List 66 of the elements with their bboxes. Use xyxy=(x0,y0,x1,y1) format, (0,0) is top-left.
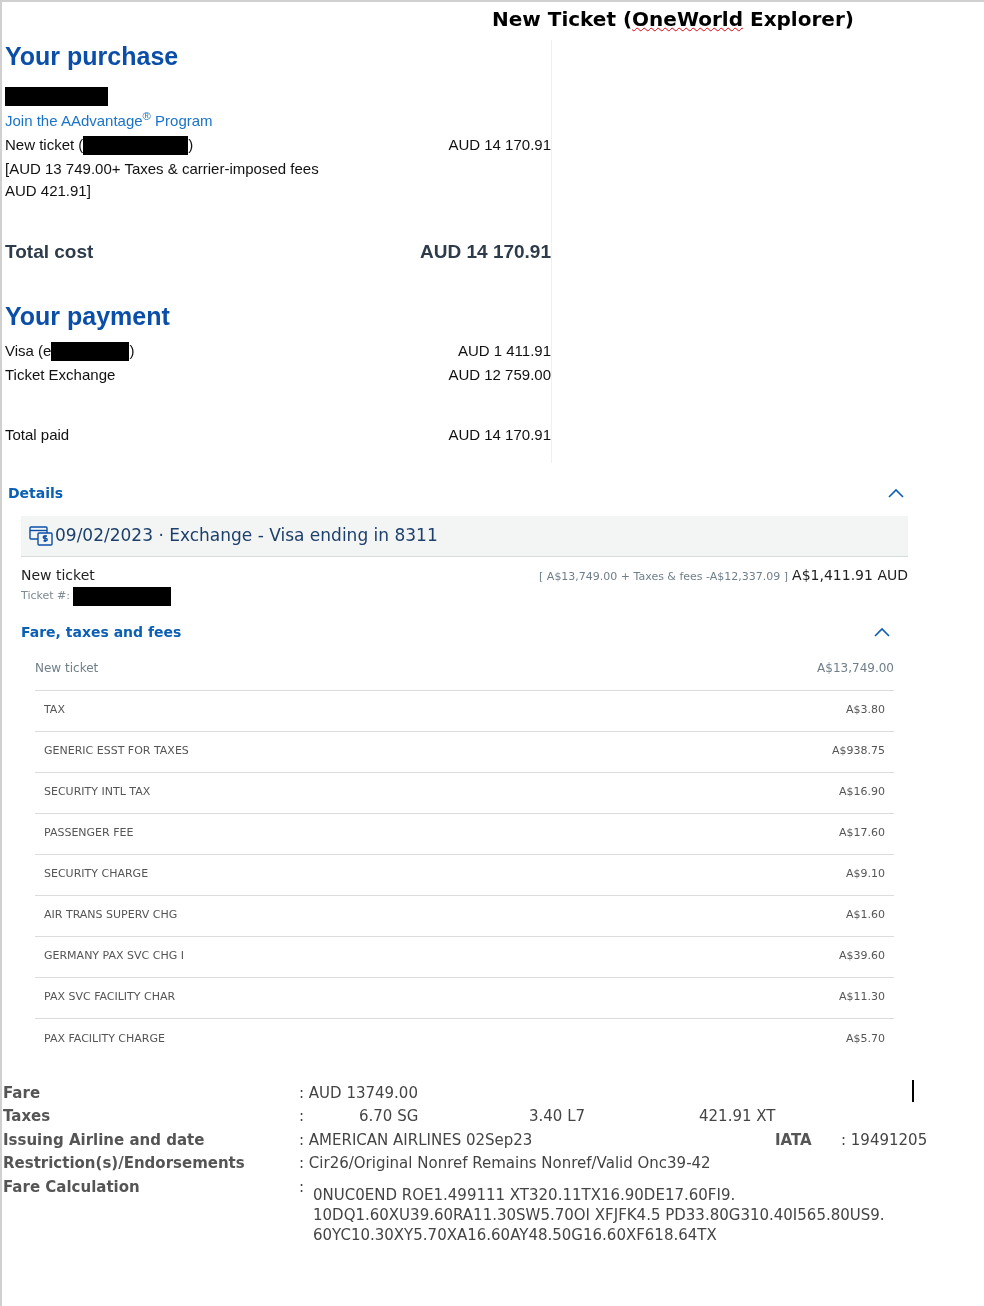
section-heading: Your purchase xyxy=(5,41,180,72)
summary-label: Restriction(s)/Endorsements xyxy=(3,1153,246,1174)
fee-name: PAX SVC FACILITY CHAR xyxy=(44,989,176,1006)
total-cost-label: Total cost xyxy=(5,239,94,264)
fee-amount: A$39.60 xyxy=(839,948,885,965)
total-paid-label: Total paid xyxy=(5,425,70,445)
fee-name: TAX xyxy=(44,702,65,719)
fee-amount: A$17.60 xyxy=(839,825,885,842)
total-cost-amount: AUD 14 170.91 xyxy=(420,239,551,264)
ticket-total: A$1,411.91 AUD xyxy=(792,565,908,585)
exchange-amount: AUD 12 759.00 xyxy=(448,364,551,385)
fare-calculation-line: 10DQ1.60XU39.60RA11.30SW5.70OI XFJFK4.5 PD33.80G310.40I565.80US9. xyxy=(313,1204,885,1225)
total-paid-amount: AUD 14 170.91 xyxy=(448,425,551,445)
fee-amount: A$9.10 xyxy=(846,866,885,883)
section-heading: Your payment xyxy=(5,301,171,332)
ticket-label: New ticket xyxy=(21,565,95,585)
ticket-amount: AUD 14 170.91 xyxy=(448,135,551,155)
fare-breakdown: [AUD 13 749.00+ Taxes & carrier-imposed fees AUD 421.91] xyxy=(5,158,320,201)
closing-paren: ) xyxy=(129,341,135,361)
join-program-link[interactable]: Join the AAdvantage$^{®}$ Program xyxy=(5,109,551,132)
fee-name: GENERIC ESST FOR TAXES xyxy=(44,743,189,760)
fee-name: SECURITY INTL TAX xyxy=(44,784,151,801)
visa-amount: AUD 1 411.91 xyxy=(457,341,551,361)
fee-name: SECURITY CHARGE xyxy=(44,866,149,883)
fee-amount: A$11.30 xyxy=(839,989,885,1006)
transaction-title: 09/02/2023 · Exchange - Visa ending in 8311 xyxy=(55,523,438,547)
document-title: New Ticket (OneWorld Explorer) xyxy=(492,6,855,33)
details-toggle[interactable]: Details xyxy=(7,482,64,504)
iata-value: : 19491205 xyxy=(841,1129,928,1151)
summary-value: : AUD 13749.00 xyxy=(299,1082,418,1104)
summary-label: Fare xyxy=(3,1082,42,1104)
summary-value: : Cir26/Original Nonref Remains Nonref/Valid Onc39-42 xyxy=(299,1153,711,1174)
iata-label: IATA xyxy=(775,1129,813,1151)
fees-toggle[interactable]: Fare, taxes and fees xyxy=(21,621,182,643)
ticket-number-label: Ticket #: xyxy=(21,587,70,604)
fee-amount: A$3.80 xyxy=(846,702,885,719)
visa-label: Visa (e xyxy=(5,341,52,361)
tax-value: 6.70 SG xyxy=(359,1106,420,1127)
fee-name: New ticket xyxy=(35,659,99,677)
fee-amount: A$5.70 xyxy=(846,1030,885,1047)
ticket-breakdown: [ A$13,749.00 + Taxes & fees -A$12,337.09 ] xyxy=(539,568,789,585)
fee-amount: A$1.60 xyxy=(846,907,885,924)
chevron-up-icon[interactable] xyxy=(874,627,890,637)
summary-label: Issuing Airline and date xyxy=(3,1129,206,1151)
fee-name: AIR TRANS SUPERV CHG xyxy=(44,907,178,924)
card-payment-icon xyxy=(29,525,53,546)
chevron-up-icon[interactable] xyxy=(888,488,904,498)
summary-label: Taxes xyxy=(3,1106,52,1127)
tax-value: 421.91 XT xyxy=(699,1106,777,1127)
fee-amount: A$16.90 xyxy=(839,784,885,801)
text-cursor xyxy=(912,1080,914,1102)
closing-paren: ) xyxy=(188,135,194,155)
fee-amount: A$13,749.00 xyxy=(817,659,894,677)
fee-amount: A$938.75 xyxy=(832,743,885,760)
summary-value: : AMERICAN AIRLINES 02Sep23 xyxy=(299,1129,534,1151)
summary-label: Fare Calculation xyxy=(3,1176,141,1198)
exchange-label: Ticket Exchange xyxy=(5,364,116,385)
fee-name: GERMANY PAX SVC CHG I xyxy=(44,948,184,965)
tax-value: 3.40 L7 xyxy=(529,1106,587,1127)
fee-name: PAX FACILITY CHARGE xyxy=(44,1030,165,1047)
summary-colon: : xyxy=(299,1106,306,1127)
ticket-label: New ticket ( xyxy=(5,135,84,155)
fare-calculation-line: 0NUC0END ROE1.499111 XT320.11TX16.90DE17.60FI9. xyxy=(313,1184,737,1205)
fee-name: PASSENGER FEE xyxy=(44,825,134,842)
summary-colon: : xyxy=(299,1176,306,1198)
fare-calculation-line: 60YC10.30XY5.70XA16.60AY48.50G16.60XF618.64TX xyxy=(313,1224,718,1245)
